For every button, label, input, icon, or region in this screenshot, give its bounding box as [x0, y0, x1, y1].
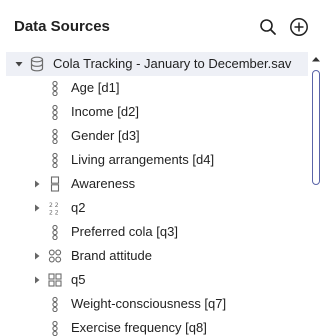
- tree-item-label: Preferred cola [q3]: [71, 224, 178, 239]
- panel-title: Data Sources: [14, 18, 110, 35]
- data-sources-panel: Data Sources Cola Tracking - January to …: [0, 0, 326, 336]
- search-icon: [260, 19, 276, 35]
- tree-item[interactable]: Preferred cola [q3]: [6, 220, 308, 244]
- tree-item[interactable]: Income [d2]: [6, 100, 308, 124]
- number-grid-icon: 2 22 2: [47, 199, 63, 217]
- tree-item-label: Living arrangements [d4]: [71, 152, 215, 167]
- tree-item[interactable]: Age [d1]: [6, 76, 308, 100]
- tree-item-label: Cola Tracking - January to December.sav: [53, 56, 292, 71]
- tree-item-label: Income [d2]: [71, 104, 139, 119]
- numeric-variable-icon: [47, 103, 63, 121]
- add-data-source-button[interactable]: [289, 17, 309, 37]
- tree-item[interactable]: Living arrangements [d4]: [6, 148, 308, 172]
- caret-right-icon[interactable]: [31, 178, 43, 190]
- tree-item-label: Weight-consciousness [q7]: [71, 296, 227, 311]
- tree-item-label: q5: [71, 272, 86, 287]
- numeric-variable-icon: [47, 151, 63, 169]
- tree-item-label: Gender [d3]: [71, 128, 140, 143]
- tree-item-label: Awareness: [71, 176, 136, 191]
- scrollbar-thumb[interactable]: [312, 70, 320, 185]
- svg-text:2 2: 2 2: [49, 210, 59, 217]
- caret-right-icon[interactable]: [31, 250, 43, 262]
- numeric-variable-icon: [47, 319, 63, 336]
- caret-right-icon[interactable]: [31, 202, 43, 214]
- tree-item[interactable]: Brand attitude: [6, 244, 308, 268]
- plus-circle-icon: [290, 18, 308, 36]
- tree-item-label: Exercise frequency [q8]: [71, 320, 207, 335]
- tree-root-data-source[interactable]: Cola Tracking - January to December.sav: [6, 52, 308, 76]
- numeric-variable-icon: [47, 127, 63, 145]
- scroll-up-arrow-icon[interactable]: [311, 55, 321, 63]
- tree-item-label: Brand attitude: [71, 248, 152, 263]
- multiple-response-icon: [47, 175, 63, 193]
- numeric-variable-icon: [47, 295, 63, 313]
- tree-item[interactable]: Gender [d3]: [6, 124, 308, 148]
- panel-header: Data Sources: [0, 0, 326, 52]
- caret-right-icon[interactable]: [31, 274, 43, 286]
- caret-down-icon[interactable]: [13, 58, 25, 70]
- tree-item[interactable]: Weight-consciousness [q7]: [6, 292, 308, 316]
- tree-item[interactable]: 2 22 2 q2: [6, 196, 308, 220]
- square-grid-icon: [47, 271, 63, 289]
- numeric-variable-icon: [47, 79, 63, 97]
- data-source-tree: Cola Tracking - January to December.sav A…: [6, 52, 308, 336]
- svg-text:2 2: 2 2: [49, 202, 59, 209]
- tree-item-label: q2: [71, 200, 86, 215]
- numeric-variable-icon: [47, 223, 63, 241]
- tree-item[interactable]: Awareness: [6, 172, 308, 196]
- database-icon: [29, 55, 45, 73]
- tree-item[interactable]: Exercise frequency [q8]: [6, 316, 308, 336]
- tree-item-label: Age [d1]: [71, 80, 120, 95]
- tree-item[interactable]: q5: [6, 268, 308, 292]
- search-button[interactable]: [258, 17, 278, 37]
- circle-grid-icon: [47, 247, 63, 265]
